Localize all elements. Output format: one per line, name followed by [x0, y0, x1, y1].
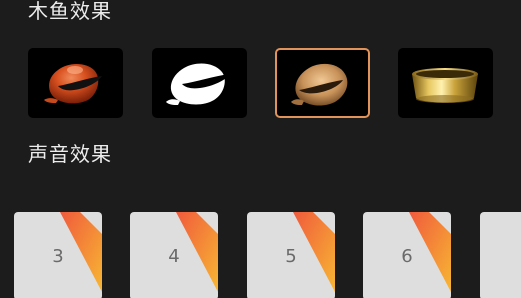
- ribbon-icon: [480, 212, 521, 298]
- sound-option-label: 4: [168, 246, 180, 267]
- effect-option-white-woodfish[interactable]: [152, 48, 247, 118]
- effect-option-red-woodfish[interactable]: [28, 48, 123, 118]
- sound-option-3[interactable]: 3: [14, 212, 102, 298]
- sound-option-5[interactable]: 5: [247, 212, 335, 298]
- sound-option-6[interactable]: 6: [363, 212, 451, 298]
- woodfish-effect-title: 木鱼效果: [28, 0, 112, 23]
- sound-effect-list: 3 4 5 6: [0, 212, 521, 298]
- gold-bowl-icon: [412, 68, 478, 103]
- sound-option-label: 5: [285, 246, 297, 267]
- sound-option-label: 3: [52, 246, 64, 267]
- sound-option-7[interactable]: [480, 212, 521, 298]
- effect-settings-screen: 木鱼效果 声音效果 3 4 5 6: [0, 0, 521, 298]
- wood-woodfish-icon: [291, 63, 348, 106]
- white-woodfish-icon: [166, 63, 230, 105]
- sound-option-label: 6: [401, 246, 413, 267]
- woodfish-effect-list: [28, 48, 521, 118]
- effect-option-wood-woodfish[interactable]: [275, 48, 370, 118]
- effect-option-gold-bowl[interactable]: [398, 48, 493, 118]
- red-woodfish-icon: [44, 64, 102, 104]
- sound-effect-title: 声音效果: [28, 142, 112, 166]
- sound-option-4[interactable]: 4: [130, 212, 218, 298]
